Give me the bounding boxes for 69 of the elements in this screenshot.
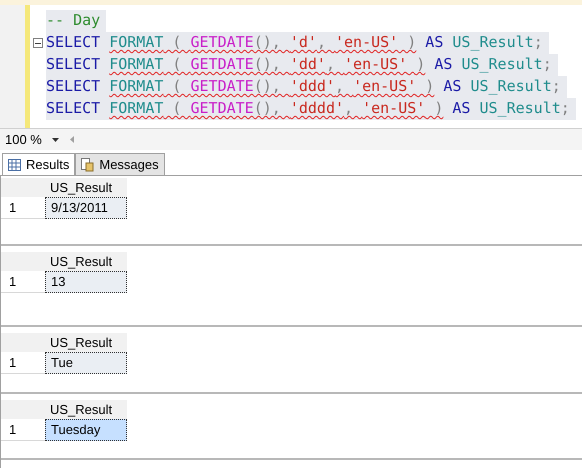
code-token: AS [451, 99, 472, 119]
code-token: ( [171, 99, 182, 119]
table-cell[interactable]: 9/13/2011 [45, 197, 127, 219]
code-token: GETDATE [190, 55, 254, 75]
code-token: ; [560, 99, 570, 119]
code-token: AS [424, 33, 444, 53]
grid-icon [8, 158, 21, 170]
grid-corner-header [1, 400, 45, 419]
code-token: ; [534, 33, 543, 53]
code-token: , [326, 55, 336, 75]
code-token: ( [171, 55, 182, 75]
results-tab[interactable]: Messages [75, 153, 165, 175]
document-icon [81, 158, 94, 172]
code-token: ) [433, 99, 444, 119]
table-cell[interactable]: Tuesday [45, 419, 127, 441]
code-token: US_Result [461, 55, 543, 75]
code-token: (), [254, 33, 282, 53]
code-token: FORMAT [109, 33, 164, 53]
code-token: ; [552, 77, 561, 97]
code-token: FORMAT [109, 55, 164, 75]
code-token: GETDATE [190, 33, 254, 53]
caret-icon [52, 138, 59, 142]
code-token: FORMAT [109, 99, 164, 119]
code-token: ) [406, 33, 416, 53]
column-header[interactable]: US_Result [45, 400, 127, 419]
code-token: GETDATE [190, 77, 254, 97]
results-tab[interactable]: Results [2, 153, 76, 175]
code-token: FORMAT [109, 77, 164, 97]
grid-corner-header [1, 333, 45, 352]
code-token: ( [171, 33, 182, 53]
grid-corner-header [1, 252, 45, 271]
code-token: (), [254, 77, 282, 97]
code-token: ( [171, 77, 182, 97]
code-token: SELECT [46, 55, 102, 75]
code-token: , [316, 33, 327, 53]
code-token: US_Result [452, 33, 534, 53]
collapse-icon[interactable] [33, 38, 43, 48]
code-token: , [344, 99, 354, 119]
code-editor[interactable] [0, 0, 582, 128]
zoom-dropdown[interactable]: 100 % [0, 130, 64, 150]
code-token: 'en-US' [353, 77, 416, 97]
code-token: 'dddd' [290, 99, 344, 119]
code-token: 'dd' [290, 55, 326, 75]
code-token: (), [254, 99, 282, 119]
column-header[interactable]: US_Result [45, 252, 127, 271]
code-token: , [335, 77, 346, 97]
code-token: 'd' [290, 33, 317, 53]
table-cell[interactable]: Tue [45, 352, 127, 374]
code-token: 'en-US' [362, 99, 426, 119]
code-token: 'en-US' [335, 33, 398, 53]
code-token: US_Result [470, 77, 552, 97]
grid-corner-header [1, 178, 45, 197]
code-token: AS [442, 77, 462, 97]
code-token: ; [542, 55, 552, 75]
code-token: SELECT [46, 33, 102, 53]
code-token: SELECT [46, 77, 102, 97]
code-token: AS [433, 55, 454, 75]
code-token: -- Day [46, 11, 100, 31]
code-token: (), [254, 55, 282, 75]
code-token: 'ddd' [290, 77, 335, 97]
code-token: US_Result [480, 99, 561, 119]
code-token: ) [424, 77, 434, 97]
column-header[interactable]: US_Result [45, 333, 127, 352]
column-header[interactable]: US_Result [45, 178, 127, 197]
code-token: GETDATE [190, 99, 254, 119]
code-token: 'en-US' [344, 55, 408, 75]
table-cell[interactable]: 13 [45, 271, 127, 293]
code-token: SELECT [46, 99, 102, 119]
code-token: ) [415, 55, 426, 75]
